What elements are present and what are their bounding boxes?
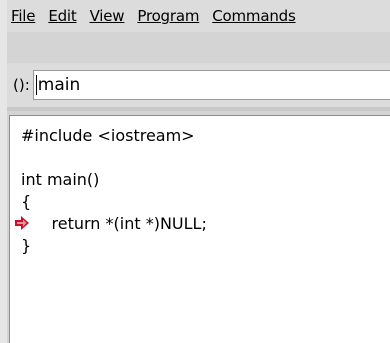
argument-toolbar: (): main [7, 63, 390, 107]
argument-value: main [37, 75, 81, 95]
menu-view[interactable]: View [90, 7, 125, 25]
pane-separator[interactable] [7, 107, 390, 111]
argument-label: (): [13, 76, 30, 94]
ddd-window: File Edit View Program Commands (): main… [0, 0, 390, 343]
menu-bar: File Edit View Program Commands [7, 0, 390, 32]
source-window[interactable]: #include <iostream> int main() { return … [9, 115, 390, 343]
menu-file[interactable]: File [11, 7, 36, 25]
text-caret [35, 75, 37, 95]
menu-program[interactable]: Program [137, 7, 199, 25]
argument-input[interactable]: main [32, 70, 390, 100]
menu-commands[interactable]: Commands [212, 7, 296, 25]
menu-edit[interactable]: Edit [48, 7, 76, 25]
